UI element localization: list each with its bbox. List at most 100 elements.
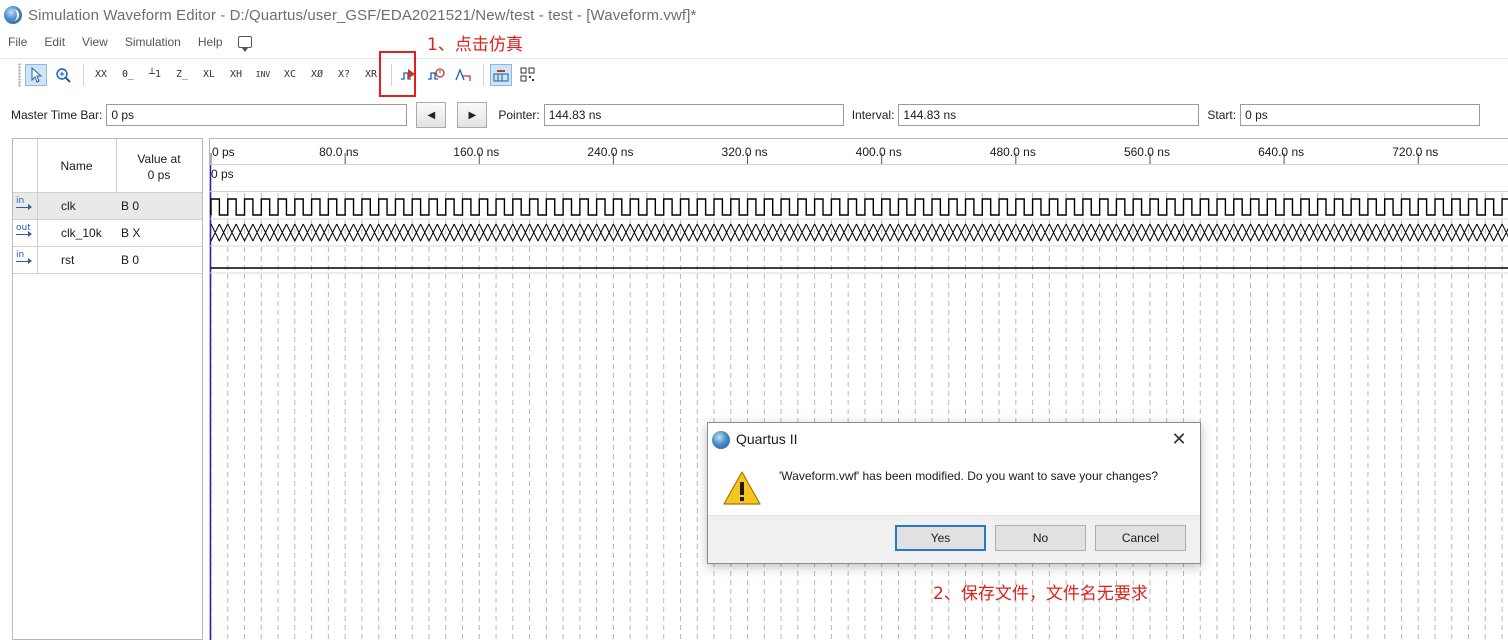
signal-name: rst: [61, 253, 75, 267]
save-changes-dialog: Quartus II ✕ 'Waveform.vwf' has been mod…: [707, 422, 1201, 564]
force-high-button[interactable]: ┴1: [144, 64, 166, 86]
annotation-step2: 2、保存文件，文件名无要求: [933, 584, 1148, 604]
value-column-header[interactable]: Value at 0 ps: [116, 151, 202, 183]
unknown-value-button[interactable]: XX: [90, 64, 112, 86]
clk-waveform: [210, 198, 1508, 216]
run-functional-simulation-button[interactable]: [398, 64, 420, 86]
interval-label: Interval:: [851, 108, 895, 122]
menu-help[interactable]: Help: [198, 35, 223, 49]
weak-high-icon: XH: [229, 69, 243, 80]
high-impedance-button[interactable]: Z̲: [171, 64, 193, 86]
toolbar-separator: [83, 63, 84, 86]
arrange-grid-button[interactable]: [517, 64, 539, 86]
waveform-canvas[interactable]: [210, 139, 1508, 640]
signal-row-clk[interactable]: in clk B 0: [13, 193, 202, 220]
run-timing-simulation-icon: [428, 67, 445, 80]
quartus-app-icon: [4, 6, 22, 24]
high-impedance-icon: Z̲: [175, 69, 189, 80]
clk-10k-waveform: [210, 223, 1508, 242]
select-tool-button[interactable]: [25, 63, 47, 86]
output-pin-icon: out: [16, 223, 32, 237]
ruler-tick-label: 320.0 ns: [721, 145, 768, 159]
triangle-left-icon: ◀: [427, 109, 436, 121]
invert-button[interactable]: INV: [252, 64, 274, 86]
dialog-button-bar: Yes No Cancel: [708, 515, 1200, 563]
menu-bar: File Edit View Simulation Help: [0, 30, 1508, 54]
signal-value: B 0: [121, 253, 140, 267]
force-low-button[interactable]: 0̲: [117, 64, 139, 86]
row-divider: [37, 247, 38, 274]
zoom-tool-button[interactable]: [52, 64, 74, 86]
pointer-time-label: 0 ps: [211, 167, 234, 181]
signal-name: clk: [61, 199, 76, 213]
pointer-label: Pointer:: [498, 108, 540, 122]
cancel-button[interactable]: Cancel: [1095, 525, 1186, 551]
ruler-tick-label: 480.0 ns: [989, 145, 1036, 159]
signal-row-clk-10k[interactable]: out clk_10k B X: [13, 220, 202, 247]
overwrite-clock-button[interactable]: XØ: [306, 64, 328, 86]
master-time-bar-field[interactable]: 0 ps: [106, 104, 408, 126]
ruler-tick-label: 0 ps: [212, 145, 235, 159]
signal-value: B X: [121, 226, 141, 240]
pointer-field[interactable]: 144.83 ns: [543, 104, 844, 126]
yes-button[interactable]: Yes: [895, 525, 986, 551]
arbitrary-value-icon: X?: [337, 69, 351, 80]
pointer-row: 0 ps: [210, 165, 1508, 192]
row-divider: [37, 220, 38, 247]
row-divider: [37, 193, 38, 220]
title-bar: Simulation Waveform Editor - D:/Quartus/…: [0, 0, 1508, 30]
ruler-tick-label: 720.0 ns: [1392, 145, 1439, 159]
master-time-bar-label: Master Time Bar:: [11, 108, 103, 122]
comment-icon[interactable]: [237, 36, 252, 52]
dialog-title: Quartus II: [736, 431, 798, 447]
toolbar-separator: [483, 63, 484, 86]
weak-low-button[interactable]: XL: [198, 64, 220, 86]
run-timing-simulation-button[interactable]: [425, 64, 447, 86]
name-column-header[interactable]: Name: [37, 159, 116, 173]
ruler-tick-label: 640.0 ns: [1258, 145, 1305, 159]
signal-value: B 0: [121, 199, 140, 213]
start-field[interactable]: 0 ps: [1240, 104, 1481, 126]
count-value-button[interactable]: XC: [279, 64, 301, 86]
input-pin-icon: in: [14, 250, 34, 269]
toolbar-grip[interactable]: [18, 62, 21, 87]
menu-view[interactable]: View: [82, 35, 108, 49]
random-value-button[interactable]: XR: [360, 64, 382, 86]
arbitrary-value-button[interactable]: X?: [333, 64, 355, 86]
value-header-time: 0 ps: [147, 168, 171, 182]
dialog-message: 'Waveform.vwf' has been modified. Do you…: [779, 469, 1158, 483]
signal-row-rst[interactable]: in rst B 0: [13, 247, 202, 274]
menu-edit[interactable]: Edit: [44, 35, 65, 49]
waveform-panel[interactable]: 0 ps 80.0 ns 160.0 ns 240.0 ns 320.0 ns 400.0…: [209, 138, 1508, 640]
dialog-close-button[interactable]: ✕: [1166, 427, 1192, 451]
ruler-tick-label: 560.0 ns: [1123, 145, 1170, 159]
force-low-icon: 0̲: [121, 69, 135, 80]
time-ruler[interactable]: 0 ps 80.0 ns 160.0 ns 240.0 ns 320.0 ns 400.0…: [210, 139, 1508, 165]
close-icon: ✕: [1171, 429, 1187, 449]
no-button[interactable]: No: [995, 525, 1086, 551]
warning-icon: [723, 471, 761, 505]
snap-grid-icon: [493, 69, 509, 81]
zoom-icon: [56, 67, 71, 83]
snap-to-grid-button[interactable]: [490, 63, 512, 86]
unknown-icon: XX: [94, 69, 108, 80]
value-header-label: Value at: [137, 152, 181, 166]
weak-high-button[interactable]: XH: [225, 64, 247, 86]
prev-transition-button[interactable]: ◀: [416, 102, 447, 128]
input-pin-icon: in: [14, 196, 34, 215]
interval-field[interactable]: 144.83 ns: [898, 104, 1200, 126]
menu-file[interactable]: File: [8, 35, 27, 49]
ruler-tick-label: 400.0 ns: [855, 145, 902, 159]
ruler-tick-label: 80.0 ns: [319, 145, 359, 159]
weak-low-icon: XL: [202, 69, 216, 80]
next-transition-button[interactable]: ▶: [457, 102, 488, 128]
random-value-icon: XR: [364, 69, 378, 80]
signal-list-header: Name Value at 0 ps: [13, 139, 202, 193]
menu-simulation[interactable]: Simulation: [125, 35, 181, 49]
time-bar-row: Master Time Bar: 0 ps ◀ ▶ Pointer: 144.8…: [0, 100, 1508, 130]
invert-icon: INV: [255, 70, 271, 79]
pointer-icon: [31, 66, 43, 83]
generate-testbench-button[interactable]: [452, 64, 474, 86]
dialog-title-bar: Quartus II ✕: [708, 423, 1200, 455]
arrange-grid-icon: [520, 67, 535, 81]
